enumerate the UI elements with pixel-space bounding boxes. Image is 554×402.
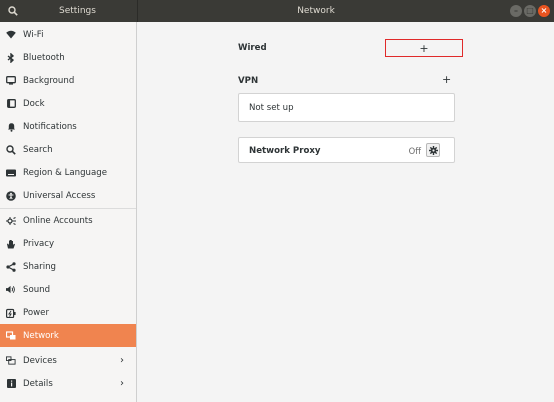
dock-icon bbox=[6, 99, 16, 109]
header-left: Settings bbox=[0, 0, 138, 22]
hand-icon bbox=[6, 239, 16, 249]
sidebar-item-label: Sharing bbox=[23, 261, 56, 272]
network-proxy-status: Off bbox=[408, 146, 421, 156]
sidebar-item-label: Network bbox=[23, 330, 59, 341]
minimize-button[interactable]: – bbox=[510, 5, 522, 17]
sidebar-item-region-language[interactable]: Region & Language bbox=[0, 161, 136, 184]
sidebar-item-label: Power bbox=[23, 307, 49, 318]
online-accounts-icon bbox=[6, 216, 16, 226]
settings-title: Settings bbox=[59, 6, 96, 16]
wired-section-title: Wired bbox=[238, 43, 267, 53]
minimize-icon: – bbox=[514, 6, 518, 15]
sidebar-item-online-accounts[interactable]: Online Accounts bbox=[0, 209, 136, 232]
sidebar-item-label: Devices bbox=[23, 355, 57, 366]
page-title: Network bbox=[297, 6, 335, 16]
sidebar-item-sharing[interactable]: Sharing bbox=[0, 255, 136, 278]
sidebar-item-bluetooth[interactable]: Bluetooth bbox=[0, 46, 136, 69]
sidebar-item-wifi[interactable]: Wi-Fi bbox=[0, 23, 136, 46]
sidebar-item-label: Universal Access bbox=[23, 190, 96, 201]
sidebar-item-dock[interactable]: Dock bbox=[0, 92, 136, 115]
sidebar-item-label: Dock bbox=[23, 98, 45, 109]
sidebar-item-power[interactable]: Power bbox=[0, 301, 136, 324]
bell-icon bbox=[6, 122, 16, 132]
header-bar: Settings Network – □ × bbox=[0, 0, 554, 22]
power-icon bbox=[6, 308, 16, 318]
sidebar-item-universal-access[interactable]: Universal Access bbox=[0, 184, 136, 207]
speaker-icon bbox=[6, 285, 16, 295]
sidebar-item-notifications[interactable]: Notifications bbox=[0, 115, 136, 138]
sidebar-item-label: Bluetooth bbox=[23, 52, 65, 63]
vpn-add-button[interactable]: + bbox=[442, 73, 451, 86]
wifi-icon bbox=[6, 30, 16, 40]
sidebar-item-label: Online Accounts bbox=[23, 215, 93, 226]
sidebar-item-label: Wi-Fi bbox=[23, 29, 44, 40]
background-icon bbox=[6, 76, 16, 86]
sidebar-item-devices[interactable]: Devices › bbox=[0, 349, 136, 372]
keyboard-icon bbox=[6, 168, 16, 178]
network-proxy-label: Network Proxy bbox=[249, 146, 321, 156]
close-button[interactable]: × bbox=[538, 5, 550, 17]
plus-icon: + bbox=[419, 41, 429, 55]
maximize-icon: □ bbox=[526, 6, 534, 15]
network-panel: Wired + VPN + Not set up Network Proxy O… bbox=[137, 22, 554, 402]
sidebar-item-label: Details bbox=[23, 378, 53, 389]
sidebar-item-privacy[interactable]: Privacy bbox=[0, 232, 136, 255]
gear-icon bbox=[428, 145, 438, 155]
accessibility-icon bbox=[6, 190, 16, 201]
bluetooth-icon bbox=[6, 52, 16, 63]
plus-icon: + bbox=[442, 73, 452, 86]
network-proxy-settings-button[interactable] bbox=[426, 143, 440, 157]
sidebar-item-sound[interactable]: Sound bbox=[0, 278, 136, 301]
search-button[interactable] bbox=[4, 3, 22, 19]
sidebar-item-search[interactable]: Search bbox=[0, 138, 136, 161]
sidebar-item-label: Sound bbox=[23, 284, 51, 295]
network-icon bbox=[6, 330, 16, 341]
search-icon bbox=[6, 144, 16, 155]
chevron-right-icon: › bbox=[120, 355, 124, 366]
chevron-right-icon: › bbox=[120, 378, 124, 389]
info-icon bbox=[6, 379, 16, 389]
search-icon bbox=[8, 6, 18, 16]
close-icon: × bbox=[540, 6, 548, 15]
vpn-status-text: Not set up bbox=[249, 103, 294, 113]
sidebar-item-label: Privacy bbox=[23, 238, 55, 249]
vpn-list: Not set up bbox=[238, 93, 455, 122]
maximize-button[interactable]: □ bbox=[524, 5, 536, 17]
sidebar: Wi-Fi Bluetooth Background Dock Notifica… bbox=[0, 22, 137, 402]
sidebar-item-label: Search bbox=[23, 144, 53, 155]
window-controls: – □ × bbox=[510, 5, 550, 17]
devices-icon bbox=[6, 356, 16, 366]
sidebar-item-background[interactable]: Background bbox=[0, 69, 136, 92]
sidebar-item-details[interactable]: Details › bbox=[0, 372, 136, 395]
sidebar-item-label: Region & Language bbox=[23, 167, 107, 178]
network-proxy-row[interactable]: Network Proxy Off bbox=[238, 137, 455, 163]
sidebar-item-network[interactable]: Network bbox=[0, 324, 136, 347]
wired-add-button[interactable]: + bbox=[385, 39, 463, 57]
share-icon bbox=[6, 261, 16, 272]
vpn-section-title: VPN bbox=[238, 76, 259, 86]
sidebar-item-label: Background bbox=[23, 75, 75, 86]
sidebar-item-label: Notifications bbox=[23, 121, 77, 132]
